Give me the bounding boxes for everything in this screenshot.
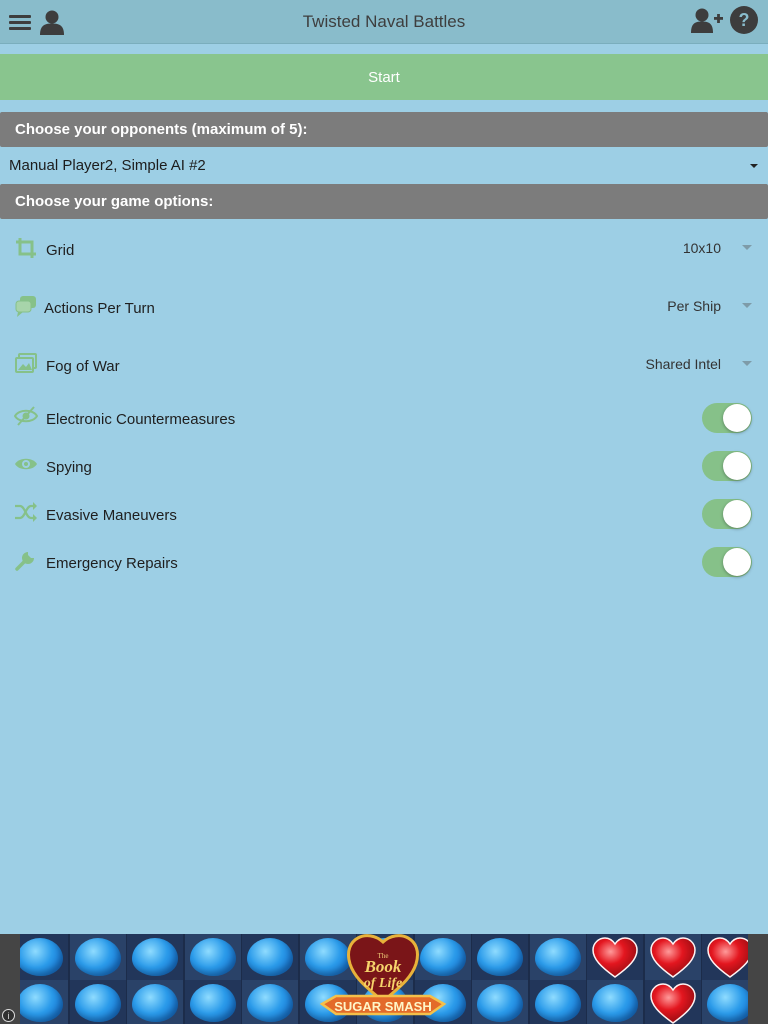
- ad-tile: [127, 934, 183, 980]
- toggle-knob: [723, 548, 751, 576]
- blue-candy-icon: [477, 938, 523, 976]
- option-electronic-countermeasures: Electronic Countermeasures: [0, 398, 768, 438]
- option-label-emergency-repairs: Emergency Repairs: [46, 555, 178, 572]
- blue-candy-icon: [247, 938, 293, 976]
- toggle-knob: [723, 452, 751, 480]
- eye-icon: [15, 458, 37, 470]
- blue-candy-icon: [74, 984, 121, 1022]
- ad-tile: [529, 934, 586, 980]
- option-actions-per-turn[interactable]: Actions Per Turn Per Ship: [0, 288, 768, 328]
- svg-text:of Life: of Life: [364, 976, 402, 991]
- option-label-electronic-countermeasures: Electronic Countermeasures: [46, 411, 236, 428]
- blue-candy-icon: [189, 938, 236, 976]
- option-emergency-repairs: Emergency Repairs: [0, 542, 768, 582]
- blue-candy-icon: [707, 984, 753, 1022]
- blue-candy-icon: [132, 938, 178, 976]
- option-value-fog-of-war[interactable]: Shared Intel: [646, 356, 722, 372]
- blue-candy-icon: [189, 984, 236, 1022]
- ad-tile: [242, 980, 298, 1024]
- opponents-header: Choose your opponents (maximum of 5):: [0, 112, 768, 147]
- caret-down-icon: [742, 361, 752, 366]
- ad-tile: [472, 934, 528, 980]
- ad-tile: [587, 934, 643, 980]
- option-label-evasive-maneuvers: Evasive Maneuvers: [46, 507, 177, 524]
- option-spying: Spying: [0, 446, 768, 486]
- toggle-knob: [723, 404, 751, 432]
- ad-tile: [472, 980, 528, 1024]
- ad-tile: [69, 980, 126, 1024]
- ad-tile: [12, 980, 68, 1024]
- blue-candy-icon: [477, 984, 523, 1022]
- ad-tile: [127, 980, 183, 1024]
- blue-candy-icon: [17, 984, 63, 1022]
- help-icon[interactable]: ?: [729, 5, 759, 35]
- ad-tile: [69, 934, 126, 980]
- caret-down-icon: [742, 245, 752, 250]
- heart-candy-icon: [649, 937, 697, 979]
- ad-tile: [184, 934, 241, 980]
- blue-candy-icon: [17, 938, 63, 976]
- option-value-grid[interactable]: 10x10: [683, 240, 721, 256]
- blue-candy-icon: [592, 984, 638, 1022]
- option-value-actions-per-turn[interactable]: Per Ship: [667, 298, 721, 314]
- ad-tile: [184, 980, 241, 1024]
- game-options-header: Choose your game options:: [0, 184, 768, 219]
- toggle-knob: [723, 500, 751, 528]
- svg-text:Book: Book: [364, 957, 402, 976]
- electronic-countermeasures-toggle[interactable]: [702, 403, 752, 433]
- ad-banner[interactable]: The Book of Life SUGAR SMASH i: [0, 934, 768, 1024]
- ad-tile: [12, 934, 68, 980]
- heart-candy-icon: [706, 937, 754, 979]
- evasive-maneuvers-toggle[interactable]: [702, 499, 752, 529]
- blue-candy-icon: [534, 984, 581, 1022]
- spying-toggle[interactable]: [702, 451, 752, 481]
- option-label-grid: Grid: [46, 242, 75, 259]
- ad-edge-right: [748, 934, 768, 1024]
- ad-tile: [587, 980, 643, 1024]
- option-grid[interactable]: Grid 10x10: [0, 230, 768, 270]
- option-evasive-maneuvers: Evasive Maneuvers: [0, 494, 768, 534]
- add-user-icon[interactable]: [691, 7, 723, 33]
- blue-candy-icon: [132, 984, 178, 1022]
- option-label-spying: Spying: [46, 459, 92, 476]
- pictures-icon: [15, 353, 37, 373]
- ad-tile: [529, 980, 586, 1024]
- ad-info-icon[interactable]: i: [2, 1009, 15, 1022]
- option-label-fog-of-war: Fog of War: [46, 358, 120, 375]
- blue-candy-icon: [74, 938, 121, 976]
- svg-text:?: ?: [739, 10, 750, 30]
- shuffle-icon: [15, 502, 37, 522]
- svg-text:SUGAR SMASH: SUGAR SMASH: [334, 999, 432, 1014]
- option-fog-of-war[interactable]: Fog of War Shared Intel: [0, 346, 768, 386]
- heart-candy-icon: [649, 983, 697, 1024]
- wrench-icon: [15, 552, 34, 571]
- caret-down-icon: [750, 164, 758, 168]
- ad-tile: [242, 934, 298, 980]
- emergency-repairs-toggle[interactable]: [702, 547, 752, 577]
- opponents-select[interactable]: Manual Player2, Simple AI #2: [0, 148, 768, 183]
- ad-tile: [644, 980, 701, 1024]
- chat-bubbles-icon: [15, 296, 36, 317]
- ad-tile: [644, 934, 701, 980]
- app-title: Twisted Naval Battles: [302, 12, 466, 31]
- heart-candy-icon: [591, 937, 639, 979]
- option-label-actions-per-turn: Actions Per Turn: [44, 300, 155, 317]
- ad-logo: The Book of Life SUGAR SMASH: [319, 934, 447, 1016]
- crop-icon: [16, 238, 36, 258]
- opponents-selected-value: Manual Player2, Simple AI #2: [9, 157, 206, 174]
- blue-candy-icon: [247, 984, 293, 1022]
- caret-down-icon: [742, 303, 752, 308]
- top-bar: Twisted Naval Battles ?: [0, 0, 768, 44]
- start-button[interactable]: Start: [0, 54, 768, 100]
- blue-candy-icon: [534, 938, 581, 976]
- eye-slash-icon: [14, 406, 38, 426]
